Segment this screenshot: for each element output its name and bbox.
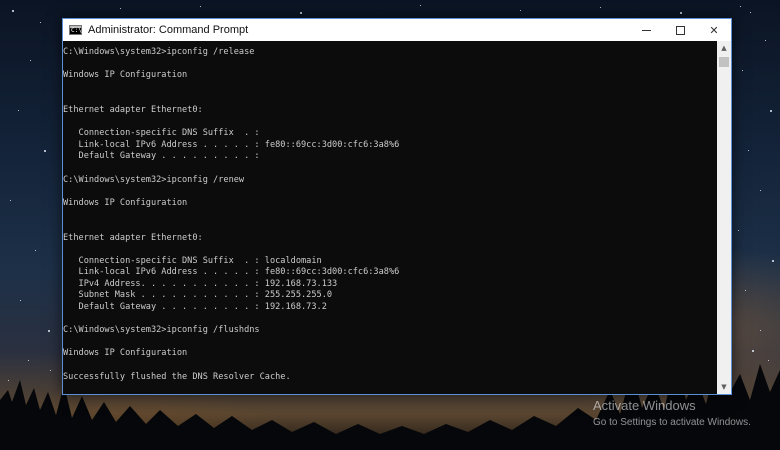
caption-buttons: ✕ — [629, 19, 731, 41]
console-line: Windows IP Configuration — [63, 348, 188, 359]
star — [300, 12, 302, 14]
close-button[interactable]: ✕ — [697, 19, 731, 41]
star — [18, 110, 19, 111]
activation-watermark: Activate Windows Go to Settings to activ… — [593, 398, 751, 430]
cmd-icon: C:\ — [69, 25, 82, 35]
star — [760, 190, 761, 191]
console-line: C:\Windows\system32>ipconfig /renew — [63, 174, 245, 185]
star — [12, 10, 14, 12]
console-output[interactable]: C:\Windows\system32>ipconfig /release Win… — [63, 41, 717, 394]
star — [740, 6, 741, 7]
command-prompt-window: C:\ Administrator: Command Prompt ✕ C:\W… — [62, 18, 732, 395]
minimize-button[interactable] — [629, 19, 663, 41]
console-line: C:\Windows\system32>ipconfig /flushdns — [63, 325, 260, 336]
star — [738, 230, 739, 231]
maximize-icon — [675, 25, 685, 35]
star — [35, 250, 36, 251]
scrollbar-thumb[interactable] — [719, 57, 729, 67]
star — [600, 7, 601, 8]
star — [765, 40, 766, 41]
star — [520, 10, 521, 11]
console-line: Successfully flushed the DNS Resolver Ca… — [63, 371, 291, 382]
star — [40, 22, 41, 23]
minimize-icon — [641, 29, 651, 31]
console-line: Default Gateway . . . . . . . . . : — [63, 151, 260, 162]
console-line: Windows IP Configuration — [63, 197, 188, 208]
star — [44, 150, 46, 152]
maximize-button[interactable] — [663, 19, 697, 41]
scroll-down-button[interactable]: ▼ — [717, 380, 731, 394]
console-line: Ethernet adapter Ethernet0: — [63, 232, 203, 243]
star — [745, 290, 746, 291]
console-line: Default Gateway . . . . . . . . . : 192.… — [63, 302, 327, 313]
star — [30, 60, 31, 61]
star — [742, 70, 743, 71]
console-line: Link-local IPv6 Address . . . . . : fe80… — [63, 139, 400, 150]
title-bar[interactable]: C:\ Administrator: Command Prompt ✕ — [63, 19, 731, 41]
star — [680, 12, 682, 14]
star — [748, 150, 749, 151]
watermark-subtitle: Go to Settings to activate Windows. — [593, 417, 751, 428]
console-line: Connection-specific DNS Suffix . : — [63, 128, 260, 139]
watermark-title: Activate Windows — [593, 398, 696, 413]
console-line: Windows IP Configuration — [63, 70, 188, 81]
star — [750, 12, 751, 13]
star — [20, 300, 21, 301]
window-title: Administrator: Command Prompt — [88, 24, 249, 36]
star — [770, 110, 772, 112]
console-line: C:\Windows\system32>ipconfig /release — [63, 47, 255, 57]
star — [772, 260, 774, 262]
console-line: Subnet Mask . . . . . . . . . . . : 255.… — [63, 290, 333, 301]
console-line: Connection-specific DNS Suffix . : local… — [63, 255, 322, 266]
star — [420, 5, 421, 6]
close-icon: ✕ — [709, 23, 719, 37]
star — [10, 200, 11, 201]
console-line: Ethernet adapter Ethernet0: — [63, 104, 203, 115]
star — [120, 8, 121, 9]
scroll-up-button[interactable]: ▲ — [717, 41, 731, 55]
vertical-scrollbar[interactable]: ▲ ▼ — [717, 41, 731, 394]
console-line: IPv4 Address. . . . . . . . . . . : 192.… — [63, 278, 338, 289]
console-line: Link-local IPv6 Address . . . . . : fe80… — [63, 267, 400, 278]
star — [200, 6, 201, 7]
